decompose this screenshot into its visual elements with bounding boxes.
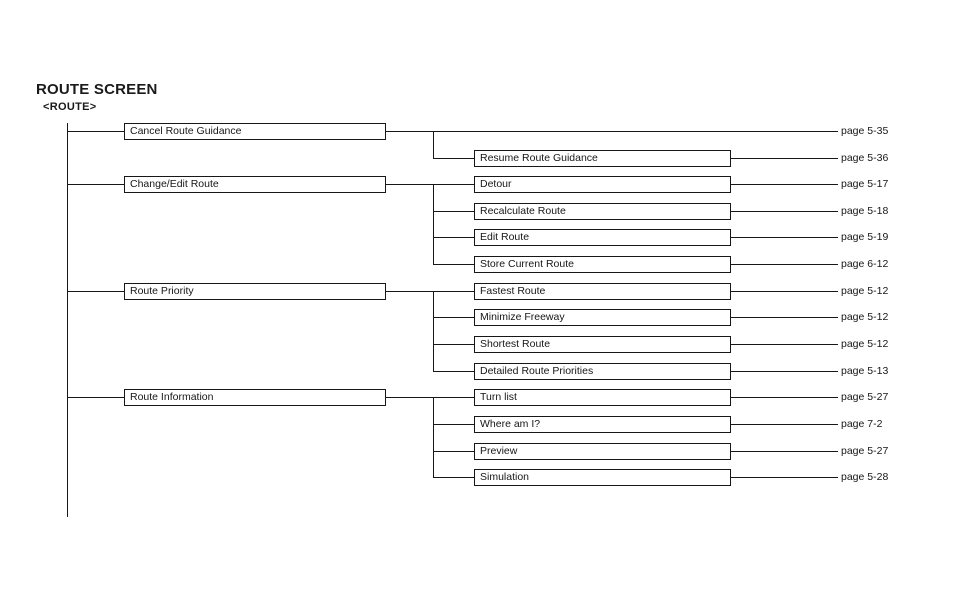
- subtree-spine-route-information: [433, 397, 434, 477]
- connector-edit-route: [433, 237, 474, 238]
- branch-line-route-priority: [67, 291, 124, 292]
- subtree-spine-change-edit-route: [433, 184, 434, 264]
- connector-simulation: [433, 477, 474, 478]
- menu-node-route-information[interactable]: Route Information: [124, 389, 386, 406]
- page-title: ROUTE SCREEN: [36, 81, 158, 98]
- connector-shortest-route-to-page: [731, 344, 838, 345]
- menu-node-shortest-route[interactable]: Shortest Route: [474, 336, 731, 353]
- page-subtitle: <ROUTE>: [43, 101, 97, 113]
- page-reference-simulation: page 5-28: [841, 471, 889, 483]
- menu-node-simulation[interactable]: Simulation: [474, 469, 731, 486]
- root-trunk-line: [67, 123, 68, 517]
- connector-cancel-route-guidance-to-page: [386, 131, 838, 132]
- page-reference-fastest-route: page 5-12: [841, 285, 889, 297]
- menu-node-recalculate-route[interactable]: Recalculate Route: [474, 203, 731, 220]
- page-reference-edit-route: page 5-19: [841, 231, 889, 243]
- page-reference-recalculate-route: page 5-18: [841, 205, 889, 217]
- connector-recalculate-route: [433, 211, 474, 212]
- connector-preview: [433, 451, 474, 452]
- connector-detailed-route-priorities: [433, 371, 474, 372]
- menu-node-edit-route[interactable]: Edit Route: [474, 229, 731, 246]
- menu-node-fastest-route[interactable]: Fastest Route: [474, 283, 731, 300]
- page-reference-where-am-i: page 7-2: [841, 418, 883, 430]
- page-reference-turn-list: page 5-27: [841, 391, 889, 403]
- connector-minimize-freeway: [433, 317, 474, 318]
- connector-preview-to-page: [731, 451, 838, 452]
- connector-resume-route-guidance-to-page: [731, 158, 838, 159]
- connector-store-current-route: [433, 264, 474, 265]
- connector-detailed-route-priorities-to-page: [731, 371, 838, 372]
- menu-node-change-edit-route[interactable]: Change/Edit Route: [124, 176, 386, 193]
- connector-where-am-i: [433, 424, 474, 425]
- menu-node-route-priority[interactable]: Route Priority: [124, 283, 386, 300]
- page-reference-store-current-route: page 6-12: [841, 258, 889, 270]
- connector-resume-route-guidance: [433, 158, 474, 159]
- connector-where-am-i-to-page: [731, 424, 838, 425]
- menu-node-detour[interactable]: Detour: [474, 176, 731, 193]
- page-reference-shortest-route: page 5-12: [841, 338, 889, 350]
- connector-turn-list-to-page: [731, 397, 838, 398]
- menu-node-resume-route-guidance[interactable]: Resume Route Guidance: [474, 150, 731, 167]
- menu-node-preview[interactable]: Preview: [474, 443, 731, 460]
- branch-line-route-information: [67, 397, 124, 398]
- connector-detour-to-page: [731, 184, 838, 185]
- connector-fastest-route-to-page: [731, 291, 838, 292]
- branch-line-change-edit-route: [67, 184, 124, 185]
- connector-recalculate-route-to-page: [731, 211, 838, 212]
- menu-node-store-current-route[interactable]: Store Current Route: [474, 256, 731, 273]
- connector-shortest-route: [433, 344, 474, 345]
- menu-tree-diagram: ROUTE SCREEN <ROUTE> Cancel Route Guidan…: [0, 0, 954, 608]
- page-reference-minimize-freeway: page 5-12: [841, 311, 889, 323]
- subtree-spine-route-priority: [433, 291, 434, 371]
- connector-simulation-to-page: [731, 477, 838, 478]
- page-reference-preview: page 5-27: [841, 445, 889, 457]
- branch-line-cancel-route-guidance: [67, 131, 124, 132]
- menu-node-where-am-i[interactable]: Where am I?: [474, 416, 731, 433]
- page-reference-resume-route-guidance: page 5-36: [841, 152, 889, 164]
- subtree-spine-cancel-route-guidance: [433, 131, 434, 158]
- page-reference-detailed-route-priorities: page 5-13: [841, 365, 889, 377]
- connector-route-priority-to-fastest-route: [386, 291, 474, 292]
- connector-change-edit-route-to-detour: [386, 184, 474, 185]
- connector-minimize-freeway-to-page: [731, 317, 838, 318]
- menu-node-cancel-route-guidance[interactable]: Cancel Route Guidance: [124, 123, 386, 140]
- connector-edit-route-to-page: [731, 237, 838, 238]
- menu-node-minimize-freeway[interactable]: Minimize Freeway: [474, 309, 731, 326]
- menu-node-turn-list[interactable]: Turn list: [474, 389, 731, 406]
- page-reference-detour: page 5-17: [841, 178, 889, 190]
- connector-route-information-to-turn-list: [386, 397, 474, 398]
- page-reference-cancel-route-guidance: page 5-35: [841, 125, 889, 137]
- connector-store-current-route-to-page: [731, 264, 838, 265]
- menu-node-detailed-route-priorities[interactable]: Detailed Route Priorities: [474, 363, 731, 380]
